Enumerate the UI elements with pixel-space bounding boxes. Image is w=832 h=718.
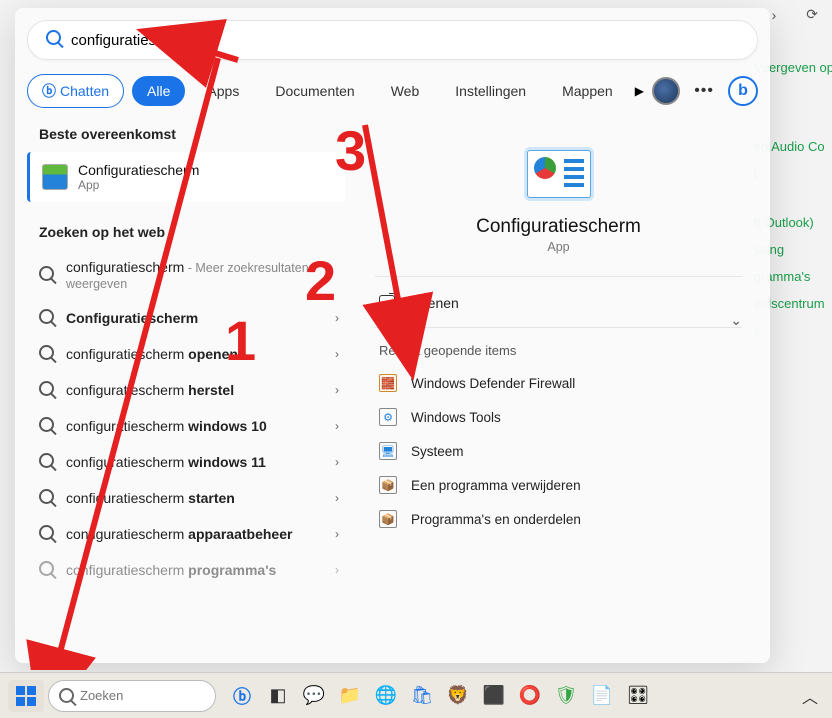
search-icon — [39, 309, 54, 327]
best-match-heading: Beste overeenkomst — [27, 120, 349, 152]
user-avatar[interactable] — [652, 77, 680, 105]
recent-item[interactable]: 📦 Een programma verwijderen — [375, 468, 742, 502]
open-icon — [379, 295, 395, 311]
divider — [375, 276, 742, 277]
taskbar: Zoeken ⓑ ◧ 💬 📁 🌐 🛍 🦁 ⬛ ⭕ 🛡 📄 🎛 ︿ — [0, 672, 832, 718]
search-icon — [46, 30, 61, 50]
best-match-result[interactable]: Configuratiescherm App — [27, 152, 345, 202]
bing-chat-icon: ⓑ — [42, 81, 56, 101]
search-icon — [39, 345, 54, 363]
recent-item[interactable]: 🖥 Systeem — [375, 434, 742, 468]
preview-title: Configuratiescherm — [476, 216, 641, 238]
tab-all[interactable]: Alle — [132, 76, 185, 106]
chevron-right-icon: › — [335, 455, 339, 469]
recent-item[interactable]: ⚙ Windows Tools — [375, 400, 742, 434]
taskbar-control-panel-icon[interactable]: 🎛 — [622, 680, 654, 712]
web-result[interactable]: Configuratiescherm › — [27, 300, 349, 336]
start-search-panel: ⓑ Chatten Alle Apps Documenten Web Inste… — [15, 8, 770, 663]
taskbar-explorer-icon[interactable]: 📁 — [334, 680, 366, 712]
chevron-right-icon: › — [335, 563, 339, 577]
tab-more-icon[interactable]: ▶ — [635, 84, 644, 98]
taskbar-taskview-icon[interactable]: ◧ — [262, 680, 294, 712]
tab-settings[interactable]: Instellingen — [441, 77, 540, 105]
browser-reload-icon: ⟳ — [806, 6, 818, 23]
programs-icon: 📦 — [379, 510, 397, 528]
taskbar-app-icon[interactable]: 🛡 — [550, 680, 582, 712]
open-action[interactable]: Openen — [375, 285, 742, 321]
more-options-icon[interactable]: ••• — [694, 82, 714, 100]
control-panel-icon — [42, 164, 68, 190]
control-panel-icon-large — [527, 150, 591, 198]
search-bar[interactable] — [27, 20, 758, 60]
web-result[interactable]: configuratiescherm programma's › — [27, 552, 349, 588]
taskbar-brave-icon[interactable]: 🦁 — [442, 680, 474, 712]
taskbar-bing-icon[interactable]: ⓑ — [226, 680, 258, 712]
tab-documents[interactable]: Documenten — [261, 77, 368, 105]
search-input[interactable] — [71, 32, 739, 49]
best-match-subtitle: App — [78, 178, 199, 192]
system-icon: 🖥 — [379, 442, 397, 460]
web-result[interactable]: configuratiescherm windows 10 › — [27, 408, 349, 444]
tray-chevron-up-icon[interactable]: ︿ — [796, 682, 824, 710]
taskbar-search-placeholder: Zoeken — [80, 688, 123, 703]
chevron-right-icon: › — [335, 491, 339, 505]
preview-subtitle: App — [547, 240, 569, 254]
chevron-right-icon: › — [335, 311, 339, 325]
windows-logo-icon — [16, 686, 36, 706]
search-icon — [59, 688, 74, 703]
taskbar-app-icon[interactable]: ⬛ — [478, 680, 510, 712]
best-match-title: Configuratiescherm — [78, 162, 199, 178]
start-button[interactable] — [8, 680, 44, 712]
search-icon — [39, 266, 54, 284]
recent-heading: Recent geopende items — [375, 329, 742, 366]
search-icon — [39, 453, 54, 471]
taskbar-search[interactable]: Zoeken — [48, 680, 216, 712]
chevron-right-icon: › — [335, 347, 339, 361]
recent-item[interactable]: 📦 Programma's en onderdelen — [375, 502, 742, 536]
chevron-right-icon: › — [335, 383, 339, 397]
chevron-right-icon: › — [335, 419, 339, 433]
tab-web[interactable]: Web — [377, 77, 434, 105]
search-icon — [39, 561, 54, 579]
search-icon — [39, 381, 54, 399]
search-icon — [39, 489, 54, 507]
taskbar-app-icon[interactable]: ⭕ — [514, 680, 546, 712]
web-result-more[interactable]: configuratiescherm - Meer zoekresultaten… — [27, 250, 349, 300]
bing-launch-icon[interactable]: b — [728, 76, 758, 106]
tab-folders[interactable]: Mappen — [548, 77, 627, 105]
search-web-heading: Zoeken op het web — [27, 218, 349, 250]
web-result[interactable]: configuratiescherm herstel › — [27, 372, 349, 408]
search-icon — [39, 525, 54, 543]
recent-item[interactable]: 🧱 Windows Defender Firewall — [375, 366, 742, 400]
web-result[interactable]: configuratiescherm starten › — [27, 480, 349, 516]
taskbar-edge-icon[interactable]: 🌐 — [370, 680, 402, 712]
web-result[interactable]: configuratiescherm openen › — [27, 336, 349, 372]
web-result[interactable]: configuratiescherm windows 11 › — [27, 444, 349, 480]
chevron-right-icon: › — [335, 527, 339, 541]
taskbar-notepad-icon[interactable]: 📄 — [586, 680, 618, 712]
search-icon — [39, 417, 54, 435]
firewall-icon: 🧱 — [379, 374, 397, 392]
tab-chat[interactable]: ⓑ Chatten — [27, 74, 124, 108]
taskbar-store-icon[interactable]: 🛍 — [406, 680, 438, 712]
tools-icon: ⚙ — [379, 408, 397, 426]
taskbar-chat-icon[interactable]: 💬 — [298, 680, 330, 712]
browser-next-icon: › — [772, 7, 777, 23]
uninstall-icon: 📦 — [379, 476, 397, 494]
web-result[interactable]: configuratiescherm apparaatbeheer › — [27, 516, 349, 552]
tab-apps[interactable]: Apps — [193, 77, 253, 105]
